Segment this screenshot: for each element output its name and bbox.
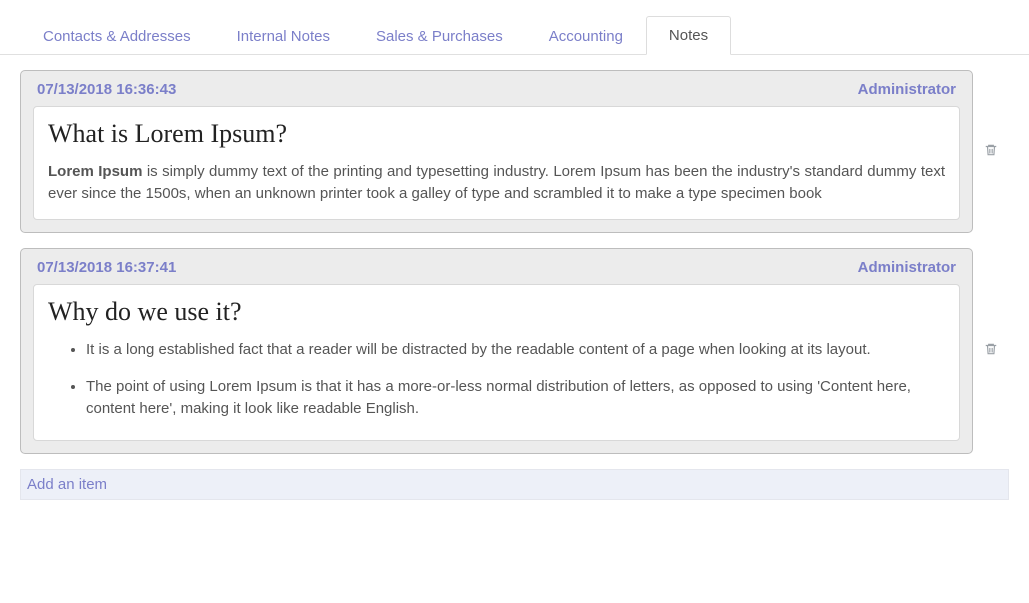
note-bullet-list: It is a long established fact that a rea… bbox=[48, 339, 945, 420]
delete-note-button[interactable] bbox=[973, 143, 1009, 160]
note-body: Why do we use it? It is a long establish… bbox=[33, 284, 960, 441]
note-title: Why do we use it? bbox=[48, 297, 945, 327]
note-timestamp: 07/13/2018 16:37:41 bbox=[37, 259, 176, 276]
note-author: Administrator bbox=[858, 81, 956, 98]
note-card: 07/13/2018 16:37:41 Administrator Why do… bbox=[20, 248, 973, 454]
tab-accounting[interactable]: Accounting bbox=[526, 17, 646, 55]
tab-sales-purchases[interactable]: Sales & Purchases bbox=[353, 17, 526, 55]
note-author: Administrator bbox=[858, 259, 956, 276]
tab-notes[interactable]: Notes bbox=[646, 16, 731, 55]
note-row: 07/13/2018 16:37:41 Administrator Why do… bbox=[20, 248, 1009, 454]
delete-note-button[interactable] bbox=[973, 342, 1009, 359]
note-timestamp: 07/13/2018 16:36:43 bbox=[37, 81, 176, 98]
note-body: What is Lorem Ipsum? Lorem Ipsum is simp… bbox=[33, 106, 960, 220]
note-row: 07/13/2018 16:36:43 Administrator What i… bbox=[20, 70, 1009, 233]
note-title: What is Lorem Ipsum? bbox=[48, 119, 945, 149]
note-strong-lead: Lorem Ipsum bbox=[48, 163, 142, 180]
note-bullet: It is a long established fact that a rea… bbox=[86, 339, 945, 361]
tab-bar: Contacts & Addresses Internal Notes Sale… bbox=[0, 0, 1029, 55]
notes-panel: 07/13/2018 16:36:43 Administrator What i… bbox=[0, 55, 1029, 454]
note-header: 07/13/2018 16:37:41 Administrator bbox=[23, 251, 970, 284]
trash-icon bbox=[984, 343, 998, 359]
note-paragraph: Lorem Ipsum is simply dummy text of the … bbox=[48, 161, 945, 205]
add-item-button[interactable]: Add an item bbox=[20, 469, 1009, 500]
note-header: 07/13/2018 16:36:43 Administrator bbox=[23, 73, 970, 106]
tab-contacts-addresses[interactable]: Contacts & Addresses bbox=[20, 17, 214, 55]
trash-icon bbox=[984, 144, 998, 160]
note-bullet: The point of using Lorem Ipsum is that i… bbox=[86, 376, 945, 420]
tab-internal-notes[interactable]: Internal Notes bbox=[214, 17, 353, 55]
note-card: 07/13/2018 16:36:43 Administrator What i… bbox=[20, 70, 973, 233]
note-rest-text: is simply dummy text of the printing and… bbox=[48, 163, 945, 202]
